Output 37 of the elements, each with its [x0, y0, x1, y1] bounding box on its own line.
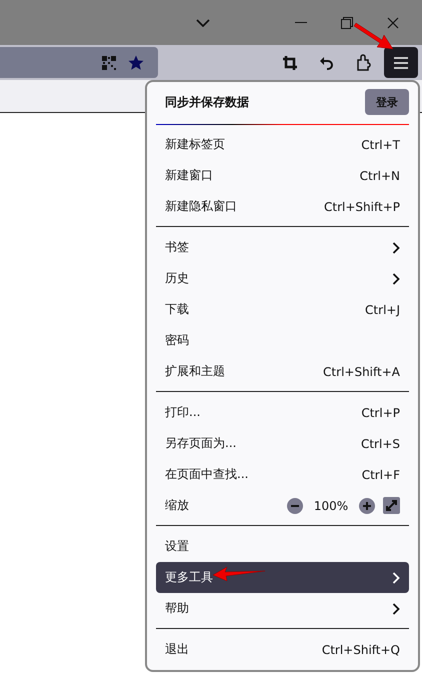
restore-icon [341, 16, 353, 28]
sync-title: 同步并保存数据 [165, 94, 249, 110]
menu-item[interactable]: 书签 [156, 232, 409, 263]
menu-item[interactable]: 扩展和主题 Ctrl+Shift+A [156, 356, 409, 387]
menu-item[interactable]: 另存页面为... Ctrl+S [156, 428, 409, 459]
menu-item[interactable]: 新建标签页 Ctrl+T [156, 129, 409, 160]
annotation-arrow [354, 22, 394, 50]
fullscreen-icon[interactable] [383, 497, 400, 514]
menu-item[interactable]: 缩放 100% [156, 490, 409, 521]
chevron-right-icon [392, 272, 400, 284]
menu-item[interactable]: 新建窗口 Ctrl+N [156, 160, 409, 191]
menu-item[interactable]: 设置 [156, 531, 409, 562]
chevron-right-icon [392, 572, 400, 584]
menu-item[interactable]: 新建隐私窗口 Ctrl+Shift+P [156, 191, 409, 222]
chevron-down-icon [196, 18, 210, 26]
close-icon [387, 16, 399, 28]
zoom-level[interactable]: 100% [311, 498, 351, 512]
chevron-right-icon [392, 242, 400, 254]
zoom-out-icon[interactable] [287, 498, 303, 514]
menu-item[interactable]: 帮助 [156, 593, 409, 624]
menu-item[interactable]: 密码 [156, 325, 409, 356]
chevron-right-icon [392, 602, 400, 614]
zoom-in-icon[interactable] [359, 498, 375, 514]
menu-button[interactable] [384, 47, 418, 78]
menu-item[interactable]: 退出 Ctrl+Shift+Q [156, 634, 409, 665]
menu-item[interactable]: 更多工具 [156, 562, 409, 593]
menu-item[interactable]: 下载 Ctrl+J [156, 294, 409, 325]
menu-item[interactable]: 在页面中查找... Ctrl+F [156, 459, 409, 490]
qr-code-icon[interactable] [102, 56, 116, 70]
annotation-arrow [212, 566, 266, 582]
address-bar[interactable] [0, 47, 158, 78]
star-icon[interactable] [128, 54, 144, 70]
minimize-icon [295, 22, 307, 24]
menu-item[interactable]: 历史 [156, 263, 409, 294]
menu-icon [394, 56, 408, 68]
login-button[interactable]: 登录 [365, 89, 409, 115]
menu-item[interactable]: 打印... Ctrl+P [156, 397, 409, 428]
